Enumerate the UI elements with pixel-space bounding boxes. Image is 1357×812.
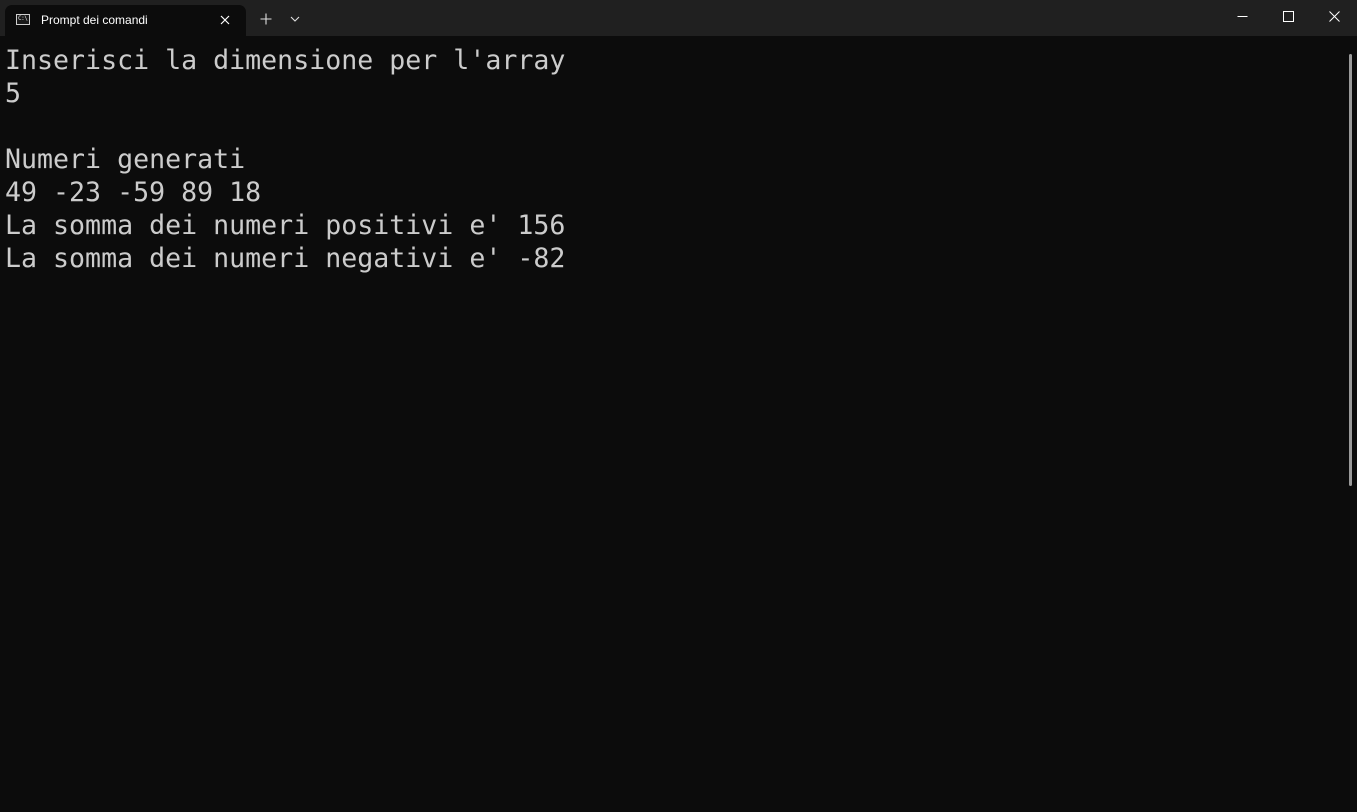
maximize-button[interactable] (1265, 0, 1311, 33)
tab-dropdown-button[interactable] (283, 6, 307, 32)
minimize-icon (1237, 16, 1247, 17)
vertical-scrollbar[interactable] (1343, 36, 1357, 812)
terminal-output[interactable]: Inserisci la dimensione per l'array 5 Nu… (0, 36, 1343, 812)
close-window-button[interactable] (1311, 0, 1357, 33)
title-bar[interactable]: C:\ Prompt dei comandi (0, 0, 1357, 36)
new-tab-button[interactable] (252, 6, 280, 32)
scrollbar-thumb[interactable] (1349, 54, 1352, 486)
terminal-lines: Inserisci la dimensione per l'array 5 Nu… (5, 44, 565, 275)
tab-close-button[interactable] (215, 10, 235, 30)
terminal-line: Inserisci la dimensione per l'array (5, 45, 566, 76)
terminal-window: C:\ Prompt dei comandi Inserisci la dime… (0, 0, 1357, 812)
close-icon (220, 15, 230, 25)
cmd-icon: C:\ (16, 14, 30, 25)
terminal-line: 5 (5, 78, 22, 109)
close-icon (1328, 11, 1340, 22)
terminal-line: La somma dei numeri positivi e' 156 (5, 210, 566, 241)
terminal-line: Numeri generati (5, 144, 246, 175)
terminal-line: 49 -23 -59 89 18 (5, 177, 262, 208)
terminal-line: La somma dei numeri negativi e' -82 (5, 243, 566, 274)
maximize-icon (1282, 11, 1294, 22)
cmd-icon-text: C:\ (18, 15, 28, 22)
tab-title: Prompt dei comandi (41, 13, 148, 27)
chevron-down-icon (290, 16, 300, 22)
minimize-button[interactable] (1219, 0, 1265, 33)
plus-icon (260, 13, 272, 25)
tab-prompt-dei-comandi[interactable]: C:\ Prompt dei comandi (5, 5, 246, 36)
